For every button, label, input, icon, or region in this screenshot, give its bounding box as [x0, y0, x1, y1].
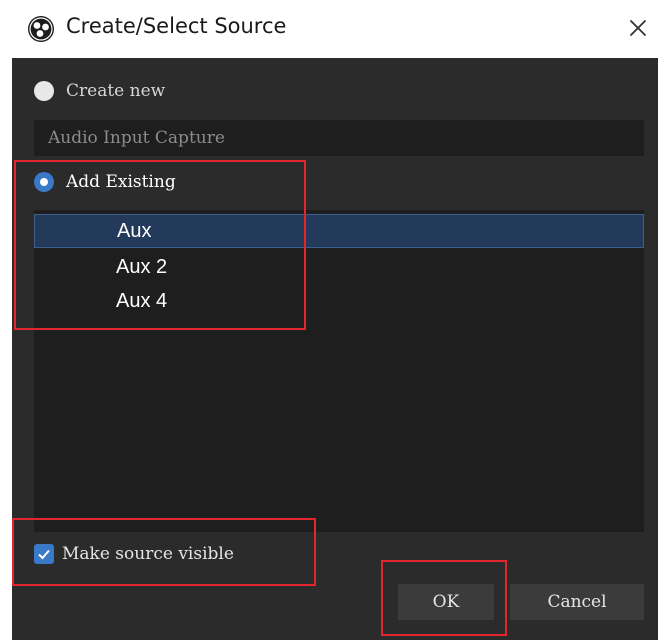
close-icon [630, 20, 646, 36]
obs-logo-icon [28, 16, 54, 42]
make-source-visible-label: Make source visible [62, 544, 234, 564]
add-existing-radio[interactable]: Add Existing [34, 172, 176, 192]
source-name-field[interactable] [34, 120, 644, 156]
radio-checked-icon [34, 172, 54, 192]
radio-unchecked-icon [34, 81, 54, 101]
create-new-radio[interactable]: Create new [34, 81, 165, 101]
list-item-aux-2[interactable]: Aux 2 [34, 250, 644, 284]
title-bar: Create/Select Source [0, 0, 658, 58]
ok-button[interactable]: OK [398, 584, 494, 620]
create-new-label: Create new [66, 81, 166, 101]
add-existing-label: Add Existing [66, 172, 176, 192]
cancel-button[interactable]: Cancel [510, 584, 644, 620]
make-source-visible-checkbox[interactable]: Make source visible [34, 544, 234, 564]
checkbox-checked-icon [34, 544, 54, 564]
close-button[interactable] [620, 10, 656, 46]
list-item-aux-4[interactable]: Aux 4 [34, 284, 644, 318]
list-item-aux[interactable]: Aux [34, 214, 644, 248]
window-title: Create/Select Source [66, 14, 287, 38]
existing-source-list[interactable]: Aux Aux 2 Aux 4 [34, 210, 644, 532]
